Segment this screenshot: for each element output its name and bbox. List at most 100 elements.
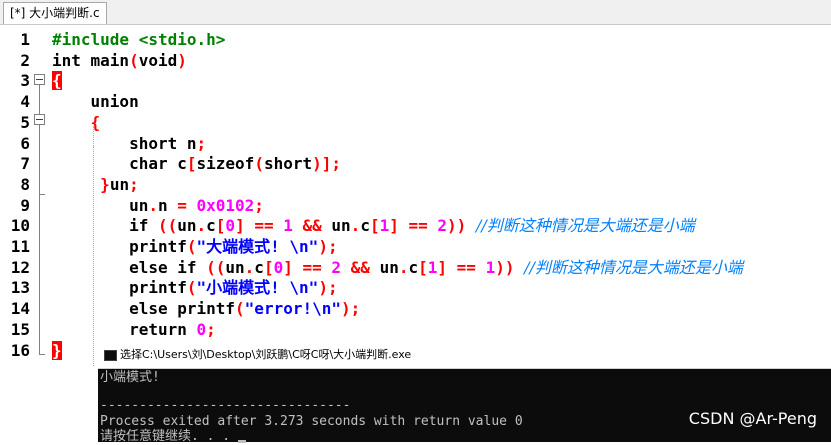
code-token: = [177, 195, 197, 215]
code-token: . [244, 257, 255, 277]
console-prompt-line: 请按任意键继续. . . [100, 429, 246, 445]
line-number: 11 [10, 237, 30, 256]
code-token: ] == [437, 257, 486, 277]
code-token: 0 [225, 216, 236, 236]
code-token: 0x0102 [196, 195, 255, 215]
code-token: ] == [283, 257, 332, 277]
code-token: printf [177, 299, 236, 319]
fold-guide-line [39, 84, 40, 194]
console-app-icon [104, 350, 117, 361]
code-token: { [90, 112, 101, 132]
code-token: 2 [437, 216, 448, 236]
code-line: else if ((un.c[0] == 2 && un.c[1] == 1))… [52, 258, 743, 278]
code-token: )) [447, 216, 476, 236]
code-token: "大端模式! \n" [196, 237, 319, 256]
code-token: c [206, 216, 216, 236]
code-token: ; [206, 319, 216, 339]
code-token: ; [331, 154, 342, 174]
code-token: [ [418, 257, 428, 277]
code-token: )] [312, 154, 332, 174]
code-token: un [129, 195, 149, 215]
code-token: . [196, 216, 207, 236]
code-line: if ((un.c[0] == 1 && un.c[1] == 2)) //判断… [52, 216, 695, 236]
code-token: return [129, 319, 197, 339]
code-token: //判断这种情况是大端还是小端 [524, 257, 743, 277]
code-token: n [157, 195, 178, 215]
code-token: } [100, 174, 110, 194]
console-separator: -------------------------------- [100, 398, 351, 413]
code-token: ) [177, 50, 187, 70]
watermark: CSDN @Ar-Peng [688, 409, 817, 428]
line-number: 15 [10, 319, 30, 339]
code-token: un [177, 216, 197, 236]
code-token: "error!\n" [244, 299, 341, 319]
code-line: printf("大端模式! \n"); [52, 237, 338, 257]
code-token: else [129, 299, 178, 319]
code-line: printf("小端模式! \n"); [52, 278, 338, 298]
code-token: char [129, 154, 178, 174]
code-line: union [52, 92, 139, 112]
code-line: int main(void) [52, 51, 187, 71]
code-token: . [148, 195, 158, 215]
code-token: un [109, 174, 130, 194]
code-token: )) [495, 257, 525, 277]
code-token: (( [157, 216, 178, 236]
console-output-line: 小端模式! [100, 370, 160, 385]
code-token: ); [341, 299, 361, 319]
code-token: && [350, 257, 380, 277]
code-line: #include <stdio.h> [52, 30, 225, 50]
code-token: 1 [485, 257, 496, 277]
code-token: ( [254, 154, 264, 174]
code-token: int [52, 50, 91, 70]
code-token: 2 [331, 257, 351, 277]
line-number: 16 [10, 340, 30, 360]
line-number: 3 [20, 71, 30, 91]
code-line: } [52, 340, 62, 361]
code-token: [ [369, 216, 380, 236]
code-line: char c[sizeof(short)]; [52, 154, 341, 174]
code-token: 1 [427, 257, 438, 277]
code-token: else if [129, 257, 207, 277]
line-number: 9 [20, 195, 30, 215]
line-number: 8 [20, 174, 30, 194]
code-token: ; [254, 195, 264, 215]
console-output-line: Process exited after 3.273 seconds with … [100, 414, 523, 429]
code-token: 0 [273, 257, 284, 277]
code-line: un.n = 0x0102; [52, 196, 264, 216]
file-tab[interactable]: [*] 大小端判断.c [3, 2, 107, 24]
code-token: (( [206, 257, 226, 277]
code-token: && [302, 216, 332, 236]
console-title: 选择C:\Users\刘\Desktop\刘跃鹏\C呀C呀\大小端判断.exe [120, 348, 412, 361]
code-token: "小端模式! \n" [196, 278, 319, 298]
code-token: ] == [389, 216, 438, 236]
code-token: ( [186, 278, 197, 298]
line-number: 7 [20, 154, 30, 174]
fold-end-tick [39, 354, 45, 355]
code-token: main [90, 50, 130, 70]
code-line: }un; [52, 175, 139, 195]
fold-toggle-icon[interactable] [34, 114, 45, 125]
line-number: 6 [20, 133, 30, 153]
code-token: ( [235, 299, 245, 319]
code-token: c [177, 154, 187, 174]
console-title-bar[interactable]: 选择C:\Users\刘\Desktop\刘跃鹏\C呀C呀\大小端判断.exe [98, 342, 831, 369]
code-token: un [225, 257, 245, 277]
code-token: if [129, 216, 158, 236]
line-number: 4 [20, 92, 30, 112]
code-token: ); [318, 278, 338, 298]
code-token: . [350, 216, 361, 236]
code-token: un [379, 257, 399, 277]
line-number: 14 [10, 299, 30, 319]
code-token: c [254, 257, 264, 277]
code-token: short [263, 154, 313, 174]
line-number: 1 [20, 30, 30, 49]
